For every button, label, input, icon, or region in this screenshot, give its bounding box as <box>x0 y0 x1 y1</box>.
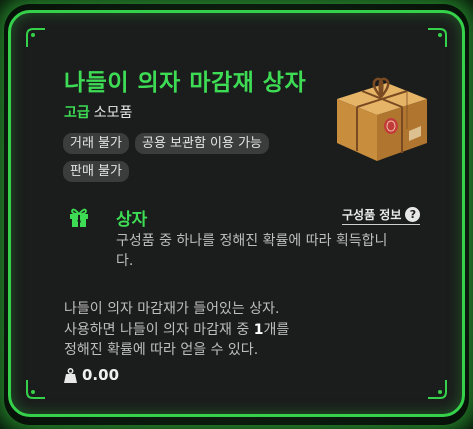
weight-value: 0.00 <box>82 366 120 384</box>
corner-ornament-icon <box>426 378 448 400</box>
description-line: 사용하면 나들이 의자 마감재 중 1개를 <box>64 320 394 341</box>
item-weight: 0.00 <box>64 366 119 384</box>
components-info-label: 구성품 정보 <box>342 208 402 222</box>
box-description: 구성품 중 하나를 정해진 확률에 따라 획득합니다. <box>116 233 388 269</box>
svg-text:?: ? <box>77 219 82 228</box>
description-text: 사용하면 나들이 의자 마감재 중 <box>64 321 254 338</box>
corner-ornament-icon <box>25 378 47 400</box>
gift-icon: ? <box>68 206 90 228</box>
item-name: 나들이 의자 마감재 상자 <box>64 70 307 96</box>
description-text: 개를 <box>263 321 290 338</box>
item-description: 나들이 의자 마감재가 들어있는 상자. 사용하면 나들이 의자 마감재 중 1… <box>64 299 394 361</box>
item-tags: 거래 불가 공용 보관함 이용 가능 판매 불가 <box>63 133 333 182</box>
description-line: 정해진 확률에 따라 얻을 수 있다. <box>64 342 259 358</box>
corner-ornament-icon <box>25 27 47 49</box>
item-grade: 고급 <box>64 105 90 121</box>
item-tooltip-panel: 나들이 의자 마감재 상자 고급 소모품 거래 불가 공용 보관함 이용 가능 판… <box>8 10 465 417</box>
tag-sell-restricted: 판매 불가 <box>63 161 129 182</box>
gift-box-item-icon <box>329 69 433 165</box>
item-category: 소모품 <box>93 105 133 121</box>
description-count: 1 <box>253 321 264 338</box>
tag-shared-storage: 공용 보관함 이용 가능 <box>134 133 270 154</box>
item-grade-line: 고급 소모품 <box>64 102 132 122</box>
question-icon: ? <box>405 207 421 222</box>
corner-ornament-icon <box>426 27 448 49</box>
description-line: 나들이 의자 마감재가 들어있는 상자. <box>64 301 280 317</box>
tag-trade-restricted: 거래 불가 <box>63 133 129 154</box>
weight-icon <box>64 367 77 383</box>
box-type-label: 상자 <box>116 210 148 230</box>
components-info-link[interactable]: 구성품 정보 ? <box>342 206 421 225</box>
